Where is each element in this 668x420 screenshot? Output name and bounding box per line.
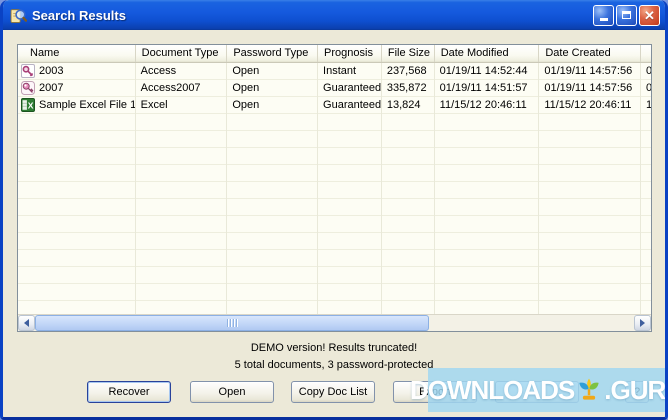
empty-table-row — [18, 283, 651, 301]
cell: 01/19/11 14:57:56 — [539, 79, 641, 97]
empty-table-row — [18, 215, 651, 233]
search-results-icon — [10, 8, 27, 23]
cell: Instant — [318, 63, 382, 80]
table-row[interactable]: 2007 Access2007 Open Guaranteed 335,872 01/19… — [18, 79, 651, 97]
chevron-left-icon — [24, 319, 29, 327]
column-header-password-type[interactable]: Password Type — [227, 45, 319, 62]
minimize-button[interactable] — [593, 4, 614, 26]
column-header-file-size[interactable]: File Size — [382, 45, 435, 62]
empty-table-row — [18, 249, 651, 267]
cell: 2003 — [18, 63, 136, 80]
empty-table-row — [18, 130, 651, 148]
cell: X Sample Excel File 1 — [18, 96, 136, 114]
column-header-date-created[interactable]: Date Created — [539, 45, 642, 62]
export-button[interactable]: Export — [393, 381, 477, 403]
search-results-window: Search Results ✕ Name Document Type Passwo… — [0, 0, 668, 420]
close-icon: ✕ — [644, 7, 655, 23]
table-header: Name Document Type Password Type Prognosis F… — [18, 45, 651, 63]
access-2003-file-icon — [21, 64, 35, 78]
cell: Access — [136, 63, 228, 80]
scrollbar-thumb[interactable] — [35, 315, 429, 331]
document-count: 5 total documents, 3 password-protected — [234, 359, 434, 371]
table-body: 2003 Access Open Instant 237,568 01/19/11 14:… — [18, 63, 651, 314]
cell: Excel — [136, 96, 228, 114]
maximize-button[interactable] — [616, 4, 637, 26]
cell: 11/15/12 20:46:11 — [539, 96, 641, 114]
empty-table-row — [18, 198, 651, 216]
excel-file-icon: X — [21, 98, 35, 112]
column-header-prognosis[interactable]: Prognosis — [318, 45, 382, 62]
column-header-document-type[interactable]: Document Type — [136, 45, 228, 62]
cell: 01/19/11 14:51:57 — [435, 79, 540, 97]
cell: 0 — [641, 63, 651, 80]
cell: 2007 — [18, 79, 136, 97]
cell: Open — [227, 63, 319, 80]
cell: 01/19/11 14:52:44 — [435, 63, 540, 80]
cell: 335,872 — [382, 79, 435, 97]
cell: 237,568 — [382, 63, 435, 80]
empty-table-row — [18, 164, 651, 182]
chevron-right-icon — [640, 319, 645, 327]
svg-text:X: X — [28, 101, 34, 111]
recover-button[interactable]: Recover — [87, 381, 171, 403]
column-header-date-modified[interactable]: Date Modified — [435, 45, 540, 62]
column-header-name[interactable]: Name — [18, 45, 136, 62]
demo-notice: DEMO version! Results truncated! — [250, 342, 418, 354]
empty-table-row — [18, 181, 651, 199]
cell: 11/15/12 20:46:11 — [435, 96, 540, 114]
empty-table-row — [18, 232, 651, 250]
scroll-left-button[interactable] — [18, 315, 35, 331]
scroll-right-button[interactable] — [634, 315, 651, 331]
scrollbar-grip-icon — [227, 319, 237, 327]
cell: Guaranteed — [318, 96, 382, 114]
cell: 0 — [641, 80, 651, 97]
close-button[interactable]: ✕ — [639, 4, 660, 26]
scrollbar-track[interactable] — [35, 315, 634, 331]
downloads-guru-logo-icon — [579, 378, 599, 400]
horizontal-scrollbar[interactable] — [18, 314, 651, 331]
cell: Open — [227, 79, 319, 97]
cell: 13,824 — [382, 96, 435, 114]
empty-table-row — [18, 300, 651, 314]
obscured-button[interactable] — [495, 381, 579, 403]
column-header-blank[interactable] — [641, 45, 651, 62]
help-button[interactable]: ? — [625, 381, 649, 403]
copy-doc-list-button[interactable]: Copy Doc List — [291, 381, 375, 403]
cell: 1 — [641, 97, 651, 114]
table-row[interactable]: 2003 Access Open Instant 237,568 01/19/11 14:… — [18, 63, 651, 80]
empty-table-row — [18, 113, 651, 131]
status-area: DEMO version! Results truncated! 5 total… — [3, 342, 665, 376]
client-area: Name Document Type Password Type Prognosis F… — [3, 30, 665, 417]
empty-table-row — [18, 147, 651, 165]
minimize-icon — [599, 18, 608, 21]
open-button[interactable]: Open — [190, 381, 274, 403]
cell: Guaranteed — [318, 79, 382, 97]
maximize-icon — [622, 11, 631, 19]
cell: 01/19/11 14:57:56 — [539, 63, 641, 80]
titlebar[interactable]: Search Results ✕ — [3, 0, 665, 30]
results-listview: Name Document Type Password Type Prognosis F… — [17, 44, 652, 332]
table-row[interactable]: X Sample Excel File 1 Excel Open Guaranteed 1… — [18, 96, 651, 114]
access-2007-file-icon — [21, 81, 35, 95]
cell: Open — [227, 96, 319, 114]
empty-table-row — [18, 266, 651, 284]
window-title: Search Results — [32, 7, 126, 23]
cell: Access2007 — [136, 79, 228, 97]
